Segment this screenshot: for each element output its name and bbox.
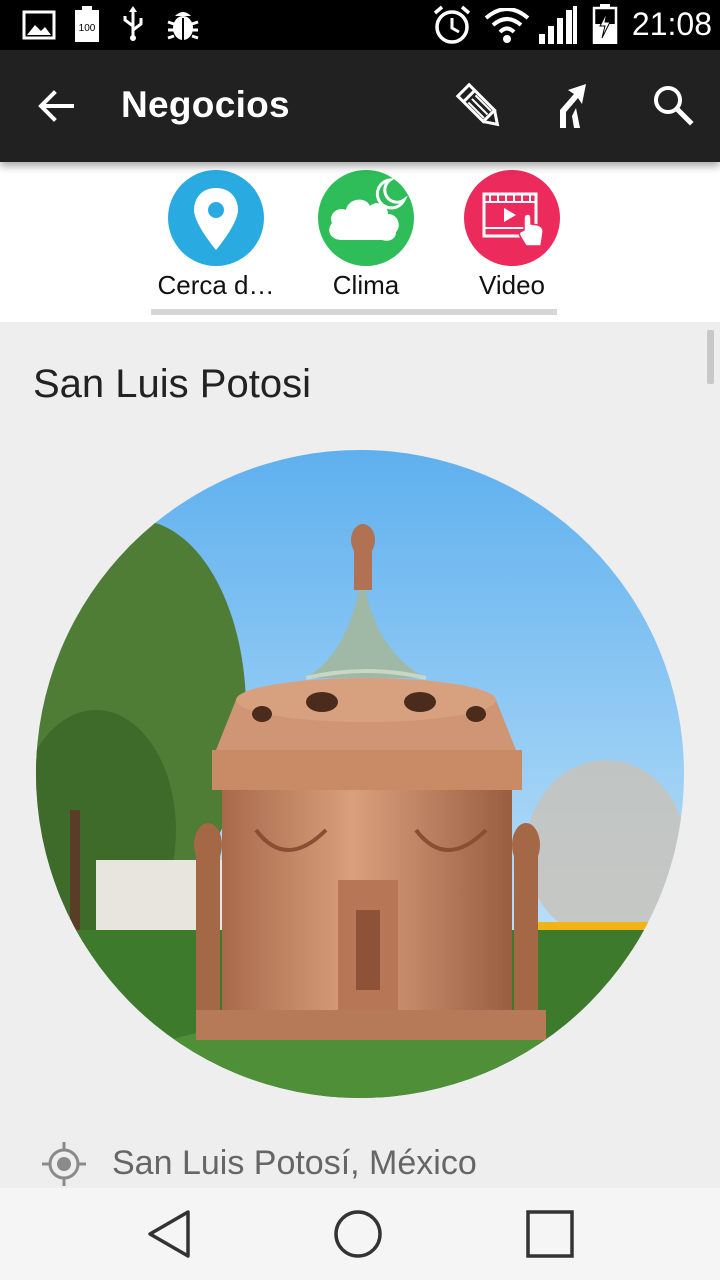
location-pin-icon bbox=[168, 170, 264, 266]
status-time: 21:08 bbox=[631, 6, 712, 42]
directions-icon[interactable] bbox=[548, 78, 604, 134]
place-location: San Luis Potosí, México bbox=[112, 1144, 477, 1182]
android-debug-icon bbox=[167, 12, 199, 40]
tab-clima[interactable]: Clima bbox=[296, 170, 436, 310]
weather-cloud-moon-icon bbox=[318, 170, 414, 266]
signal-icon bbox=[539, 6, 577, 44]
category-tabs: Cerca d… Clima Video bbox=[0, 162, 720, 322]
edit-icon[interactable] bbox=[451, 78, 507, 134]
tab-label: Cerca d… bbox=[157, 270, 275, 300]
video-play-icon bbox=[464, 170, 560, 266]
toolbar: Negocios bbox=[0, 50, 720, 162]
back-arrow-icon[interactable] bbox=[32, 82, 80, 130]
place-detail[interactable]: San Luis Potosi San Luis Potosí, México bbox=[0, 322, 720, 1188]
page-title: Negocios bbox=[121, 84, 290, 125]
image-icon bbox=[22, 10, 56, 40]
scrollbar[interactable] bbox=[707, 330, 714, 384]
tab-label: Clima bbox=[332, 270, 400, 300]
place-title: San Luis Potosi bbox=[33, 362, 311, 406]
tab-indicator bbox=[151, 309, 557, 315]
recents-nav-icon[interactable] bbox=[520, 1204, 580, 1264]
tab-label: Video bbox=[478, 270, 546, 300]
navigation-bar bbox=[0, 1188, 720, 1280]
battery-100-icon: 100 bbox=[75, 6, 99, 42]
wifi-icon bbox=[484, 8, 530, 43]
status-bar: 100 21:08 bbox=[0, 0, 720, 50]
alarm-icon bbox=[433, 5, 471, 44]
tab-cerca-de[interactable]: Cerca d… bbox=[146, 170, 286, 310]
my-location-icon bbox=[42, 1142, 86, 1186]
battery-charging-icon bbox=[592, 4, 618, 44]
tab-video[interactable]: Video bbox=[442, 170, 582, 310]
home-nav-icon[interactable] bbox=[328, 1204, 388, 1264]
place-photo bbox=[36, 450, 684, 1098]
search-icon[interactable] bbox=[644, 78, 700, 134]
usb-icon bbox=[123, 6, 143, 41]
svg-text:100: 100 bbox=[79, 23, 96, 34]
back-nav-icon[interactable] bbox=[140, 1204, 200, 1264]
